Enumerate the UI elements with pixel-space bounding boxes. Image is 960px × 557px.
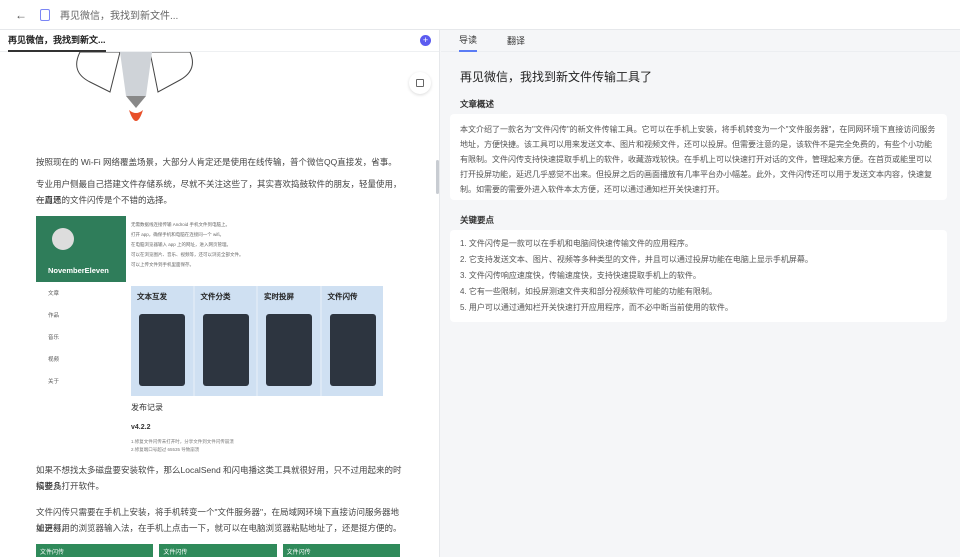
scrollbar[interactable] [436, 160, 439, 194]
app-menu-item: 关于 [48, 379, 60, 385]
list-item: 4. 它有一些限制，如投屏测速文件夹和部分视频软件可能的功能有限制。 [460, 287, 717, 296]
screen-label: 文件闪传 [286, 550, 311, 556]
article-tab-bar: 再见微信，我找到新文... + [0, 30, 439, 52]
feature-label: 实时投屏 [264, 292, 294, 301]
app-screens-row: 文件闪传 文件闪传 文件闪传 [36, 544, 400, 557]
version-notes: 1.修复文件闪传未打开时，分享文件到文件闪传崩溃 2.修复端口号超过 65535… [131, 439, 234, 452]
rocket-illustration [76, 52, 193, 121]
feature-label: 文件闪传 [327, 292, 358, 301]
key-points-card: 1. 文件闪传是一款可以在手机和电脑间快速传输文件的应用程序。 2. 它支持发送… [450, 230, 947, 322]
paragraph-3b: 搞些几打开软件。 [36, 481, 105, 491]
document-icon [40, 8, 50, 21]
app-menu-item: 视频 [48, 357, 60, 363]
article-body[interactable]: 按照现在的 Wi-Fi 网络覆盖场景，大部分人肯定还是使用在线传输，普个微信QQ… [0, 52, 440, 557]
key-points-list: 1. 文件闪传是一款可以在手机和电脑间快速传输文件的应用程序。 2. 它支持发送… [450, 230, 947, 322]
app-notes: 无需数据线连接传输 Android 手机文件到电脑上。 打开 app，确保手机和… [131, 222, 244, 267]
list-item: 2. 它支持发送文本、图片、视频等多种类型的文件，并且可以通过投屏功能在电脑上显… [460, 255, 813, 264]
summary-card: 本文介绍了一款名为"文件闪传"的新文件传输工具。它可以在手机上安装，将手机转变为… [450, 114, 947, 200]
paragraph-4b: 如更易用的浏览器输入法，在手机上点击一下，就可以在电脑浏览器粘贴地址了，还是挺方… [36, 523, 402, 533]
document-title: 再见微信，我找到新文件... [60, 11, 179, 22]
release-heading: 发布记录 [131, 403, 163, 412]
app-menu-item: 音乐 [48, 335, 60, 341]
paragraph-2b: 在周思的文件闪传是个不错的选择。 [36, 195, 173, 205]
version-label: v4.2.2 [131, 424, 151, 431]
feature-banner: 文本互发 文件分类 实时投屏 文件闪传 [131, 286, 383, 396]
app-sidebar: NovemberEleven 文章 作品 音乐 视频 关于 [36, 216, 126, 474]
assistant-pane: 导读 翻译 再见微信，我找到新文件传输工具了 文章概述 本文介绍了一款名为"文件… [441, 30, 960, 557]
tab-translate[interactable]: 翻译 [507, 30, 525, 51]
list-item: 5. 用户可以通过通知栏开关快速打开应用程序，而不必中断当前使用的软件。 [460, 303, 733, 312]
feature-label: 文件分类 [200, 292, 231, 301]
summary-text: 本文介绍了一款名为"文件闪传"的新文件传输工具。它可以在手机上安装，将手机转变为… [460, 125, 936, 194]
feature-label: 文本互发 [137, 292, 167, 301]
app-screenshot: NovemberEleven 文章 作品 音乐 视频 关于 无需数据线连接传输 … [36, 216, 400, 474]
add-icon[interactable]: + [420, 35, 431, 46]
assistant-tabs: 导读 翻译 [441, 30, 960, 52]
app-menu: 文章 作品 音乐 视频 关于 [36, 282, 126, 392]
article-pane: 再见微信，我找到新文... + 按照现在的 Wi-Fi 网络覆盖场景，大部分人肯… [0, 30, 440, 557]
summary-title: 再见微信，我找到新文件传输工具了 [460, 70, 653, 84]
screen-label: 文件闪传 [163, 550, 188, 556]
copy-icon[interactable] [409, 72, 431, 94]
top-bar: ← 再见微信，我找到新文件... [0, 0, 960, 30]
avatar [52, 228, 74, 250]
list-item: 1. 文件闪传是一款可以在手机和电脑间快速传输文件的应用程序。 [460, 239, 693, 248]
tab-guide[interactable]: 导读 [459, 29, 478, 52]
key-points-heading: 关键要点 [460, 215, 495, 225]
article-tab[interactable]: 再见微信，我找到新文... [8, 29, 106, 52]
summary-heading: 文章概述 [460, 99, 495, 109]
back-arrow-icon[interactable]: ← [12, 6, 30, 24]
list-item: 3. 文件闪传响应速度快，传输速度快，支持快速提取手机上的软件。 [460, 271, 701, 280]
screen-label: 文件闪传 [40, 550, 65, 556]
app-menu-item: 文章 [48, 291, 60, 297]
app-menu-item: 作品 [48, 313, 60, 319]
app-user-name: NovemberEleven [48, 266, 109, 275]
paragraph-1: 按照现在的 Wi-Fi 网络覆盖场景，大部分人肯定还是使用在线传输，普个微信QQ… [36, 157, 397, 167]
